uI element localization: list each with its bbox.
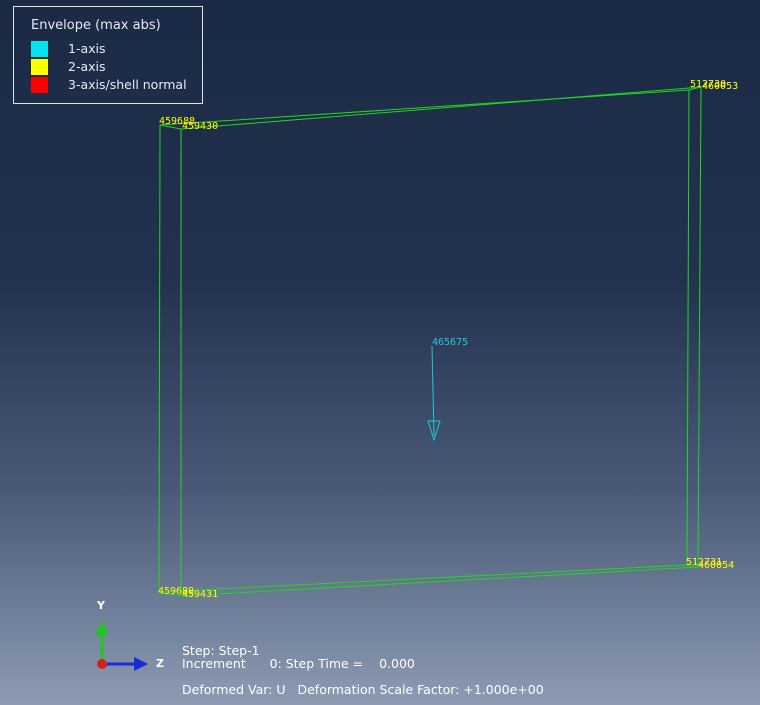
direction-arrow: 465675: [427, 337, 468, 442]
triad-y-arrowhead: [95, 621, 109, 635]
triad-z-label: Z: [156, 657, 164, 670]
triad-y-label: Y: [97, 599, 105, 612]
frame-outer-edge: [158, 89, 690, 593]
model-viewport[interactable]: 459688 459430 512730 460053 459689 45943…: [0, 0, 760, 705]
node-label-bottom-right-inner: 460054: [698, 560, 734, 571]
status-increment: Increment 0: Step Time = 0.000: [182, 656, 415, 671]
arrow-shaft: [431, 345, 435, 437]
triad-x-axis-dot: [97, 659, 107, 669]
triad-z-arrowhead: [134, 657, 148, 671]
axis-triad: [95, 621, 148, 671]
center-node-label: 465675: [432, 337, 468, 348]
node-label-top-right-inner: 460053: [702, 81, 738, 92]
status-deformed-var: Deformed Var: U Deformation Scale Factor…: [182, 682, 544, 697]
node-label-bottom-left-inner: 459431: [182, 589, 218, 600]
shell-frame: [158, 86, 702, 597]
node-label-top-left-inner: 459430: [182, 121, 218, 132]
